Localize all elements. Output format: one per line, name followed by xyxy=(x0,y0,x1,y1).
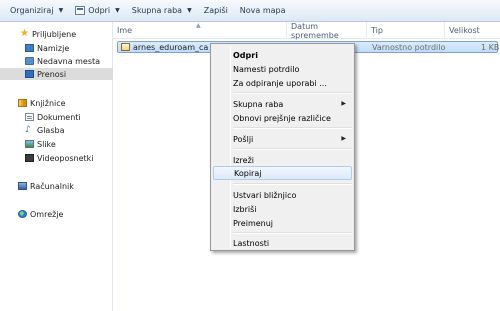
star-icon: ★ xyxy=(20,27,29,39)
file-name: arnes_eduroam_ca xyxy=(133,42,209,52)
nav-network-label: Omrežje xyxy=(30,209,64,219)
menu-item-properties[interactable]: Lastnosti xyxy=(213,236,352,250)
computer-icon xyxy=(18,182,27,190)
menu-item-share-label: Skupna raba xyxy=(233,99,284,109)
file-size: 1 KB xyxy=(481,42,500,52)
nav-videos[interactable]: Videoposnetki xyxy=(0,152,113,164)
column-size[interactable]: Velikost xyxy=(445,22,500,39)
nav-favorites-label: Priljubljene xyxy=(32,29,77,39)
menu-item-create-shortcut[interactable]: Ustvari bližnjico xyxy=(213,188,352,202)
burn-button[interactable]: Zapiši xyxy=(198,2,234,20)
menu-item-send-to[interactable]: Pošlji ▶ xyxy=(213,132,352,146)
submenu-arrow-icon: ▶ xyxy=(341,135,346,142)
nav-downloads[interactable]: Prenosi xyxy=(0,68,113,80)
libraries-icon xyxy=(18,99,27,107)
menu-item-install-cert[interactable]: Namesti potrdilo xyxy=(213,62,352,76)
nav-recent-label: Nedavna mesta xyxy=(37,56,101,66)
nav-music-label: Glasba xyxy=(37,125,65,135)
menu-item-restore[interactable]: Obnovi prejšnje različice xyxy=(213,111,352,125)
share-button[interactable]: Skupna raba ▼ xyxy=(126,2,198,20)
menu-separator xyxy=(233,183,352,185)
new-folder-label: Nova mapa xyxy=(239,6,286,15)
nav-pictures[interactable]: Slike xyxy=(0,138,113,150)
column-size-label: Velikost xyxy=(449,26,480,35)
column-header-row: Ime ▲ Datum spremembe Tip Velikost xyxy=(113,21,500,40)
nav-music[interactable]: ♪ Glasba xyxy=(0,124,113,136)
open-label: Odpri xyxy=(88,6,111,15)
menu-item-cut[interactable]: Izreži xyxy=(213,153,352,167)
nav-recent-places[interactable]: Nedavna mesta xyxy=(0,55,113,67)
chevron-down-icon: ▼ xyxy=(58,7,64,14)
menu-item-share-with[interactable]: Skupna raba ▶ xyxy=(213,97,352,111)
new-folder-button[interactable]: Nova mapa xyxy=(234,2,292,20)
menu-item-send-label: Pošlji xyxy=(233,134,254,144)
sort-ascending-icon: ▲ xyxy=(196,22,201,29)
menu-item-open-with[interactable]: Za odpiranje uporabi ... xyxy=(213,76,352,90)
file-type: Varnostno potrdilo xyxy=(372,42,446,52)
submenu-arrow-icon: ▶ xyxy=(341,100,346,107)
command-bar: Organiziraj ▼ Odpri ▼ Skupna raba ▼ Zapi… xyxy=(0,0,500,22)
recent-places-icon xyxy=(25,57,34,65)
nav-favorites[interactable]: ★ Priljubljene xyxy=(0,28,113,40)
documents-icon xyxy=(25,113,34,121)
menu-item-delete[interactable]: Izbriši xyxy=(213,202,352,216)
menu-separator xyxy=(233,148,352,150)
network-icon xyxy=(18,210,27,218)
nav-desktop[interactable]: Namizje xyxy=(0,42,113,54)
nav-documents-label: Dokumenti xyxy=(37,112,81,122)
nav-desktop-label: Namizje xyxy=(37,43,70,53)
file-name-cell: arnes_eduroam_ca xyxy=(121,42,208,52)
menu-item-copy[interactable]: Kopiraj xyxy=(213,166,352,180)
chevron-down-icon: ▼ xyxy=(187,7,192,14)
videos-icon xyxy=(25,154,34,162)
organize-button[interactable]: Organiziraj ▼ xyxy=(4,2,69,20)
column-type-label: Tip xyxy=(371,26,383,35)
downloads-icon xyxy=(25,70,34,78)
nav-videos-label: Videoposnetki xyxy=(37,153,94,163)
column-date-label: Datum spremembe xyxy=(291,21,339,40)
context-menu: Odpri Namesti potrdilo Za odpiranje upor… xyxy=(210,43,355,251)
column-name-label: Ime xyxy=(117,26,133,35)
nav-computer[interactable]: Računalnik xyxy=(0,180,113,192)
open-button[interactable]: Odpri ▼ xyxy=(69,2,126,20)
menu-separator xyxy=(233,232,352,234)
menu-item-rename[interactable]: Preimenuj xyxy=(213,216,352,230)
nav-computer-label: Računalnik xyxy=(30,181,74,191)
nav-pictures-label: Slike xyxy=(37,139,56,149)
nav-libraries-label: Knjižnice xyxy=(30,98,66,108)
certificate-icon xyxy=(75,6,86,15)
nav-libraries[interactable]: Knjižnice xyxy=(0,97,113,109)
organize-label: Organiziraj xyxy=(10,6,54,15)
column-type[interactable]: Tip xyxy=(367,22,445,39)
desktop-icon xyxy=(25,44,34,52)
menu-item-open[interactable]: Odpri xyxy=(213,48,352,62)
certificate-file-icon xyxy=(121,43,130,51)
menu-separator xyxy=(233,92,352,94)
burn-label: Zapiši xyxy=(203,6,228,15)
column-date[interactable]: Datum spremembe xyxy=(287,21,367,40)
pictures-icon xyxy=(25,140,34,148)
music-note-icon: ♪ xyxy=(25,125,31,135)
menu-separator xyxy=(233,127,352,129)
nav-downloads-label: Prenosi xyxy=(37,69,67,79)
chevron-down-icon: ▼ xyxy=(115,7,120,14)
share-label: Skupna raba xyxy=(131,6,183,15)
nav-documents[interactable]: Dokumenti xyxy=(0,111,113,123)
nav-network[interactable]: Omrežje xyxy=(0,208,113,220)
navigation-pane: ★ Priljubljene Namizje Nedavna mesta Pre… xyxy=(0,22,113,311)
